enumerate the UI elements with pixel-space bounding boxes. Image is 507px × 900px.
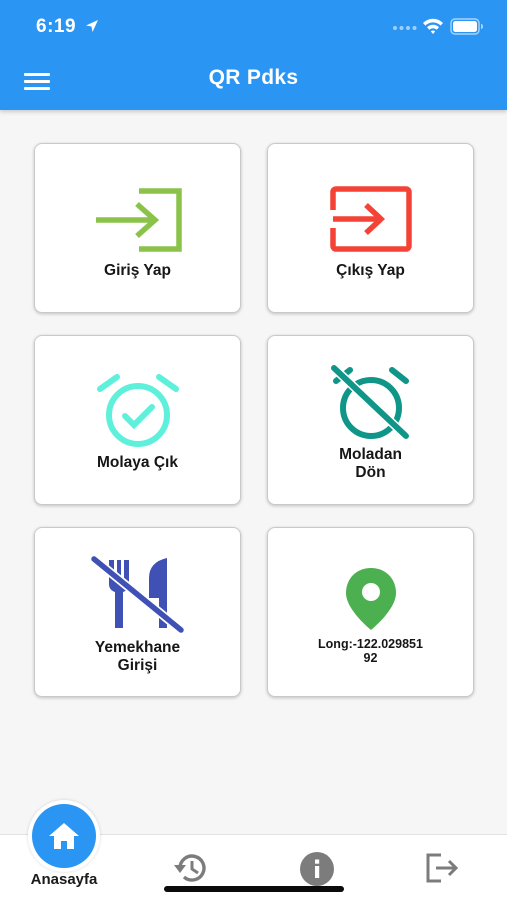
logout-icon (426, 853, 459, 883)
info-nav-button[interactable] (299, 851, 335, 887)
home-nav-circle (32, 804, 96, 868)
longitude-label: Long:-122.029851 92 (278, 637, 463, 665)
card-label-line: Yemekhane (94, 639, 181, 656)
alarm-off-icon (330, 364, 409, 440)
info-icon (300, 852, 334, 886)
check-out-button[interactable]: Çıkış Yap (267, 143, 474, 313)
no-meals-icon (90, 555, 184, 634)
location-pin-icon (345, 568, 396, 630)
exit-to-app-icon (329, 186, 412, 252)
alarm-on-icon (96, 374, 179, 447)
home-nav-button[interactable] (28, 800, 100, 872)
card-label: Moladan Dön (278, 446, 463, 482)
login-arrow-icon (95, 188, 182, 252)
cellular-signal-icon (393, 26, 417, 30)
start-break-button[interactable]: Molaya Çık (34, 335, 241, 505)
card-label-line: Long:-122.029851 (318, 637, 423, 651)
app-screen: 6:19 QR Pdks Giriş Yap Çıkış Yap Molaya … (0, 0, 507, 900)
home-indicator (164, 886, 344, 892)
location-arrow-icon (86, 20, 98, 32)
card-label: Çıkış Yap (336, 262, 405, 279)
card-label: Giriş Yap (104, 262, 171, 279)
home-icon (49, 823, 79, 849)
battery-icon (450, 18, 483, 35)
home-nav-label: Anasayfa (30, 871, 98, 888)
card-label-line: 92 (363, 651, 378, 665)
card-label-line: Girişi (117, 657, 158, 674)
page-title: QR Pdks (208, 66, 299, 89)
card-label-line: Moladan (339, 446, 402, 463)
end-break-button[interactable]: Moladan Dön (267, 335, 474, 505)
card-label-line: Dön (355, 464, 386, 481)
card-label: Molaya Çık (97, 454, 178, 471)
wifi-icon (423, 18, 443, 34)
history-icon (174, 854, 206, 882)
status-bar: 6:19 (0, 0, 507, 52)
check-in-button[interactable]: Giriş Yap (34, 143, 241, 313)
cafeteria-entry-button[interactable]: Yemekhane Girişi (34, 527, 241, 697)
location-card[interactable]: Long:-122.029851 92 (267, 527, 474, 697)
app-bar: 6:19 QR Pdks (0, 0, 507, 110)
logout-nav-button[interactable] (425, 852, 461, 884)
card-label: Yemekhane Girişi (45, 639, 230, 675)
status-time: 6:19 (36, 16, 77, 37)
history-nav-button[interactable] (172, 851, 210, 885)
